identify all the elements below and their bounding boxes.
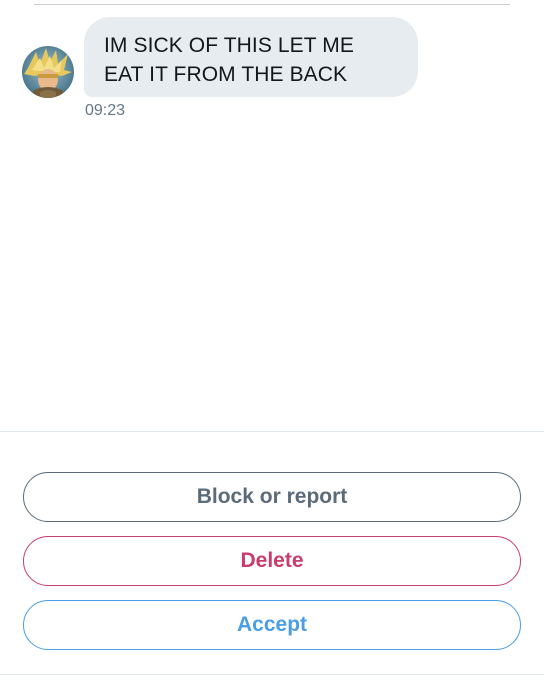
avatar[interactable] — [22, 46, 74, 98]
actions-divider — [0, 431, 544, 432]
message-timestamp: 09:23 — [85, 102, 126, 119]
accept-button[interactable]: Accept — [23, 600, 521, 650]
top-divider — [34, 4, 510, 5]
delete-button[interactable]: Delete — [23, 536, 521, 586]
message-text: IM SICK OF THIS LET ME EAT IT FROM THE B… — [104, 34, 354, 86]
block-or-report-button[interactable]: Block or report — [23, 472, 521, 522]
message-bubble: IM SICK OF THIS LET ME EAT IT FROM THE B… — [84, 17, 418, 97]
avatar-anime-character-icon — [22, 46, 74, 98]
footer-divider — [0, 674, 544, 675]
